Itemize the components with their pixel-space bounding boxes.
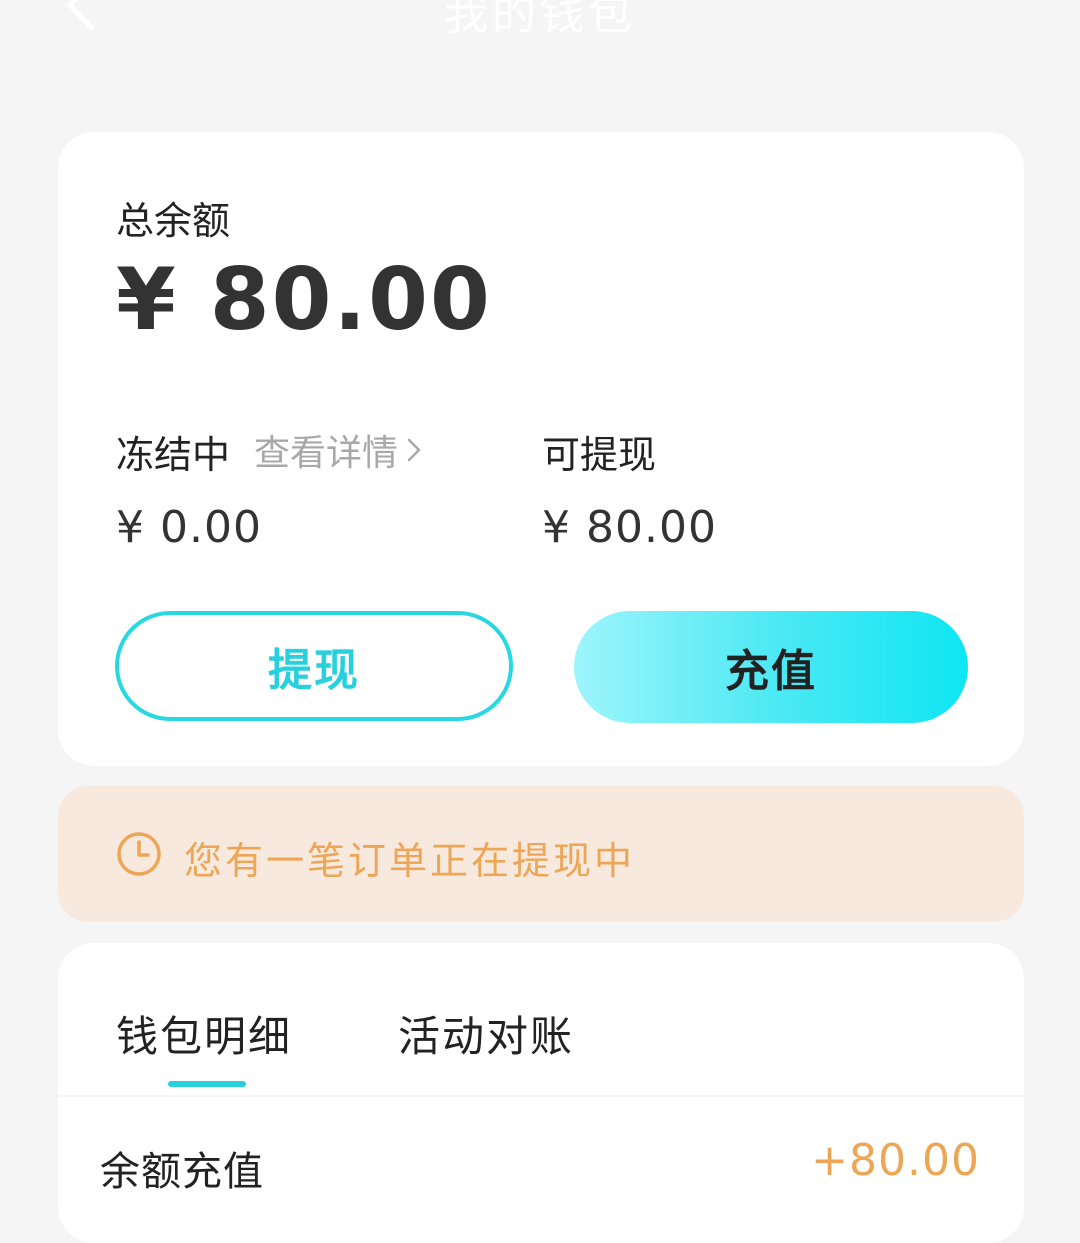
chevron-right-icon (407, 438, 421, 462)
frozen-amount: ¥ 0.00 (116, 502, 262, 553)
transaction-amount: +80.00 (811, 1135, 980, 1186)
top-bar: 我的钱包 (0, 0, 1080, 110)
withdrawable-amount: ¥ 80.00 (542, 502, 717, 553)
tab-activity-reconciliation[interactable]: 活动对账 (398, 1003, 574, 1064)
view-details-link[interactable]: 查看详情 (254, 424, 424, 476)
withdrawable-label: 可提现 (542, 433, 657, 477)
transaction-label: 余额充值 (100, 1149, 264, 1195)
view-details-label: 查看详情 (254, 433, 399, 474)
withdraw-button[interactable]: 提现 (115, 611, 513, 721)
notice-text: 您有一笔订单正在提现中 (184, 839, 636, 883)
frozen-label: 冻结中 (116, 433, 231, 477)
tab-divider (58, 1095, 1024, 1097)
total-balance-amount: ¥ 80.00 (116, 250, 492, 350)
tab-wallet-details[interactable]: 钱包明细 (116, 1003, 292, 1064)
wallet-detail-card: 钱包明细 活动对账 余额充值 +80.00 (58, 943, 1024, 1243)
page-title: 我的钱包 (444, 0, 636, 40)
clock-icon (117, 832, 161, 876)
balance-card: 总余额 ¥ 80.00 冻结中 查看详情 可提现 ¥ 0.00 ¥ 80.00 … (58, 132, 1024, 766)
withdrawal-notice[interactable]: 您有一笔订单正在提现中 (58, 786, 1024, 922)
total-balance-label: 总余额 (116, 199, 231, 243)
active-tab-indicator (168, 1081, 246, 1087)
recharge-button[interactable]: 充值 (574, 611, 968, 723)
